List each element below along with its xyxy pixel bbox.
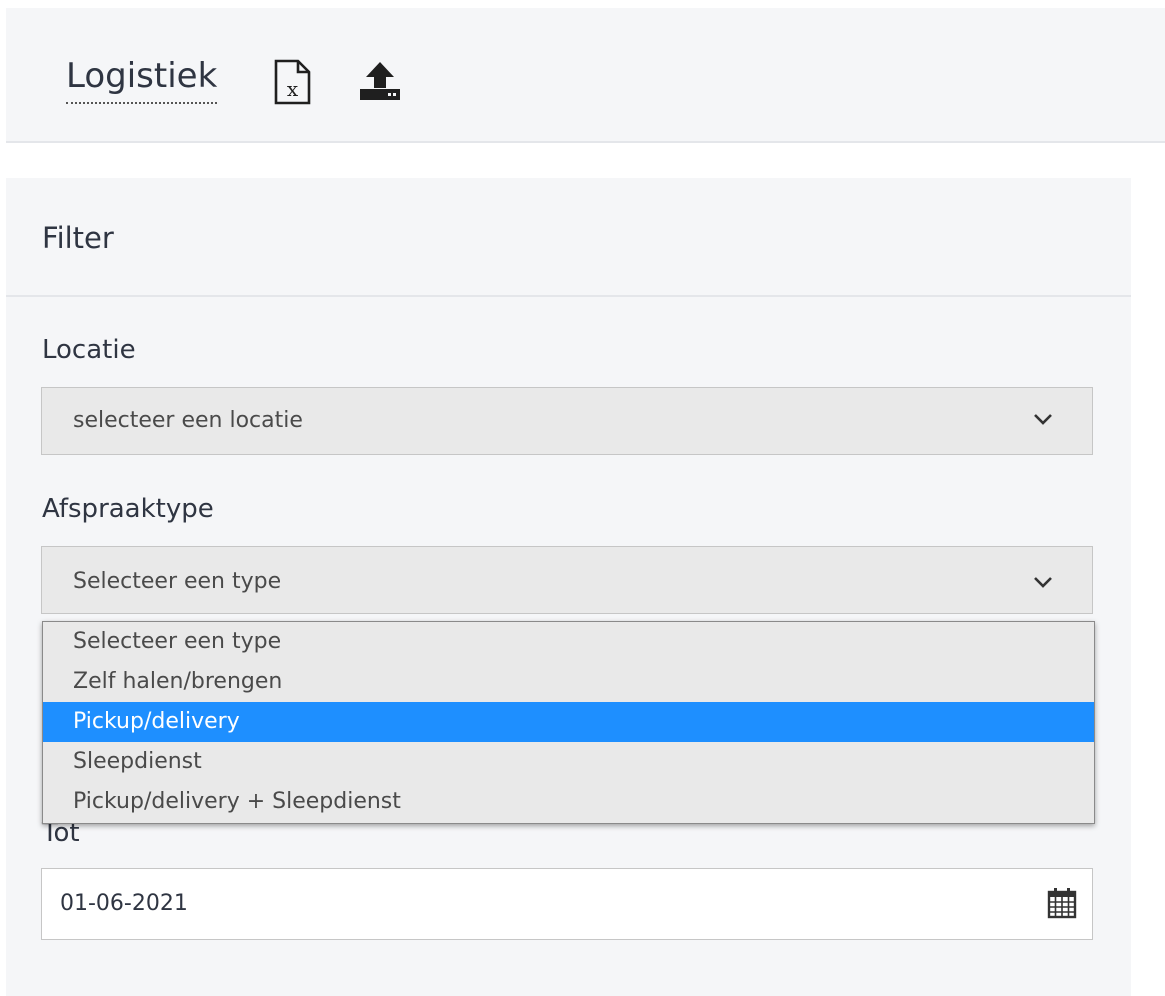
- page-header: Logistiek x: [6, 8, 1165, 143]
- filter-title: Filter: [42, 221, 114, 255]
- dropdown-option[interactable]: Pickup/delivery + Sleepdienst: [43, 782, 1094, 822]
- locatie-label: Locatie: [42, 335, 136, 365]
- afspraaktype-select[interactable]: Selecteer een type: [41, 546, 1093, 614]
- chevron-down-icon: [1034, 414, 1052, 425]
- filter-panel: Filter Locatie selecteer een locatie Afs…: [6, 178, 1131, 996]
- filter-panel-header: Filter: [6, 178, 1131, 297]
- locatie-select[interactable]: selecteer een locatie: [41, 387, 1093, 455]
- page-title[interactable]: Logistiek: [66, 52, 218, 104]
- dropdown-option[interactable]: Zelf halen/brengen: [43, 662, 1094, 702]
- upload-button[interactable]: [356, 58, 404, 104]
- locatie-select-value: selecteer een locatie: [73, 408, 303, 433]
- afspraaktype-label: Afspraaktype: [42, 494, 214, 524]
- dropdown-option[interactable]: Sleepdienst: [43, 742, 1094, 782]
- excel-export-button[interactable]: x: [270, 58, 316, 106]
- tot-date-input[interactable]: 01-06-2021: [41, 868, 1093, 940]
- afspraaktype-select-value: Selecteer een type: [73, 569, 282, 594]
- svg-text:x: x: [287, 77, 299, 101]
- dropdown-option[interactable]: Selecteer een type: [43, 622, 1094, 662]
- excel-file-icon: x: [274, 59, 311, 105]
- tot-date-value: 01-06-2021: [60, 891, 188, 916]
- afspraaktype-dropdown: Selecteer een type Zelf halen/brengen Pi…: [42, 621, 1095, 824]
- chevron-down-icon: [1034, 577, 1052, 588]
- upload-icon: [360, 62, 400, 100]
- calendar-icon[interactable]: [1046, 887, 1078, 919]
- dropdown-option-highlighted[interactable]: Pickup/delivery: [43, 702, 1094, 742]
